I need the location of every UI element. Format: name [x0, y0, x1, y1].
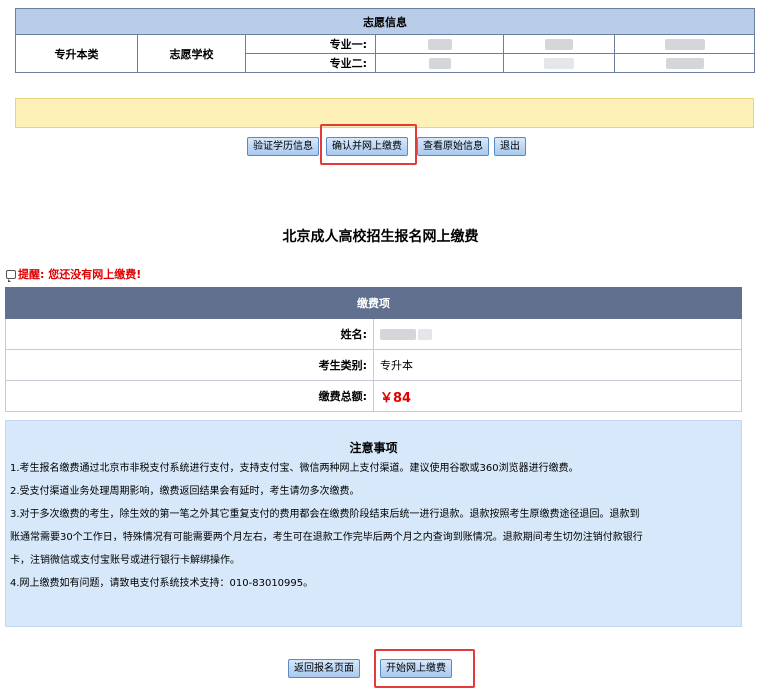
volunteer-table: 志愿信息 专升本类 志愿学校 专业一: 专业二:: [15, 8, 755, 73]
major2-label: 专业二:: [245, 53, 376, 73]
back-to-registration-button[interactable]: 返回报名页面: [288, 659, 360, 678]
redacted-text: [544, 58, 574, 69]
redacted-name: [418, 329, 432, 340]
total-amount: ￥84: [380, 390, 412, 406]
major2-value-2: [503, 53, 615, 73]
fee-table: 缴费项 姓名: 考生类别: 专升本 缴费总额: ￥84: [5, 287, 742, 412]
note-line-4: 4.网上缴费如有问题，请致电支付系统技术支持：010-83010995。: [10, 578, 314, 589]
page-title: 北京成人高校招生报名网上缴费: [282, 229, 479, 245]
note-line-3b: 账通常需要30个工作日，特殊情况有可能需要两个月左右，考生可在退款工作完毕后两个…: [10, 532, 643, 543]
comment-icon: [6, 270, 16, 282]
verify-education-button[interactable]: 验证学历信息: [247, 137, 319, 156]
note-line-3a: 3.对于多次缴费的考生，除生效的第一笔之外其它重复支付的费用都会在缴费阶段结束后…: [10, 509, 640, 520]
view-original-button[interactable]: 查看原始信息: [417, 137, 489, 156]
note-line-1: 1.考生报名缴费通过北京市非税支付系统进行支付，支持支付宝、微信两种网上支付渠道…: [10, 463, 579, 474]
notes-panel: 注意事项 1.考生报名缴费通过北京市非税支付系统进行支付，支持支付宝、微信两种网…: [5, 420, 742, 627]
major1-value-3: [614, 34, 755, 54]
name-label: 姓名:: [5, 318, 374, 350]
school-label-cell: 志愿学校: [137, 34, 246, 73]
category-cell: 专升本类: [15, 34, 138, 73]
type-label: 考生类别:: [5, 349, 374, 381]
notes-title: 注意事项: [349, 441, 398, 455]
reminder-text: 提醒: 您还没有网上缴费!: [18, 268, 142, 281]
major2-value-3: [614, 53, 755, 73]
note-line-2: 2.受支付渠道业务处理周期影响，缴费返回结果会有延时，考生请勿多次缴费。: [10, 486, 360, 497]
fee-table-header: 缴费项: [5, 287, 742, 319]
start-pay-button[interactable]: 开始网上缴费: [380, 659, 452, 678]
reminder: 提醒: 您还没有网上缴费!: [6, 266, 141, 282]
volunteer-header: 志愿信息: [15, 8, 755, 35]
bottom-button-row: 返回报名页面 开始网上缴费: [0, 649, 761, 688]
total-value: ￥84: [373, 380, 742, 412]
redacted-text: [665, 58, 704, 69]
redacted-name: [380, 329, 416, 340]
note-line-3c: 卡，注销微信或支付宝账号或进行银行卡解绑操作。: [10, 555, 240, 566]
name-value: [373, 318, 742, 350]
confirm-pay-button[interactable]: 确认并网上缴费: [326, 137, 408, 156]
action-button-row: 验证学历信息 确认并网上缴费 查看原始信息 退出: [0, 124, 761, 165]
major1-label: 专业一:: [245, 34, 376, 54]
major1-value-2: [503, 34, 615, 54]
redacted-text: [545, 39, 573, 50]
type-value: 专升本: [373, 349, 742, 381]
redacted-text: [664, 39, 705, 50]
major2-value-1: [375, 53, 504, 73]
redacted-text: [427, 39, 452, 50]
major1-value-1: [375, 34, 504, 54]
redacted-text: [428, 58, 451, 69]
exit-button[interactable]: 退出: [494, 137, 526, 156]
total-label: 缴费总额:: [5, 380, 374, 412]
